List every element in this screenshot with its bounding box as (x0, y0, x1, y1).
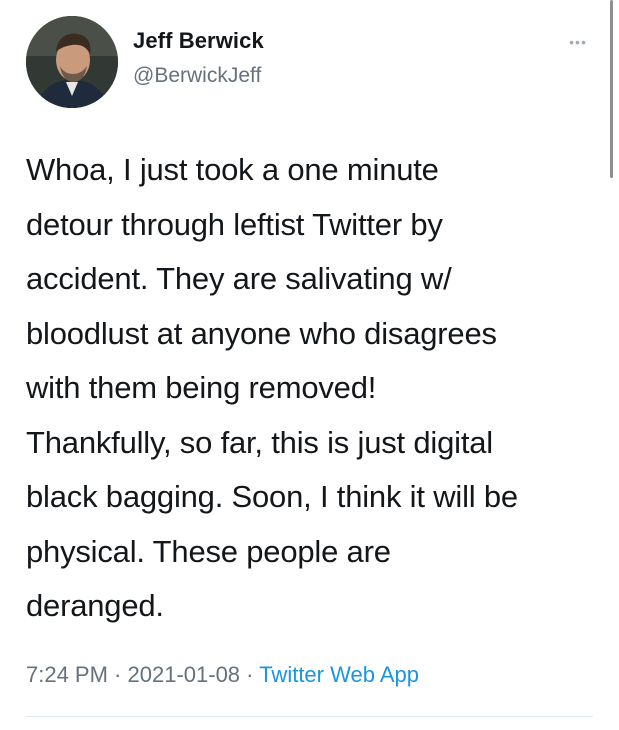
user-avatar[interactable] (26, 16, 118, 108)
tweet-meta: 7:24 PM · 2021-01-08 · Twitter Web App (26, 662, 419, 688)
tweet-date[interactable]: 2021-01-08 (128, 662, 241, 687)
meta-separator: · (107, 662, 128, 687)
tweet-time[interactable]: 7:24 PM (26, 662, 108, 687)
author-name[interactable]: Jeff Berwick (133, 28, 264, 54)
tweet-text: Whoa, I just took a one minute detour th… (26, 152, 518, 623)
tweet-source-link[interactable]: Twitter Web App (259, 662, 419, 687)
scrollbar[interactable] (610, 0, 613, 178)
tweet-card: Jeff Berwick @BerwickJeff ••• Whoa, I ju… (0, 0, 619, 730)
author-handle[interactable]: @BerwickJeff (133, 64, 261, 88)
more-options-icon[interactable]: ••• (558, 34, 598, 50)
meta-separator: · (240, 662, 260, 687)
divider (26, 716, 593, 717)
